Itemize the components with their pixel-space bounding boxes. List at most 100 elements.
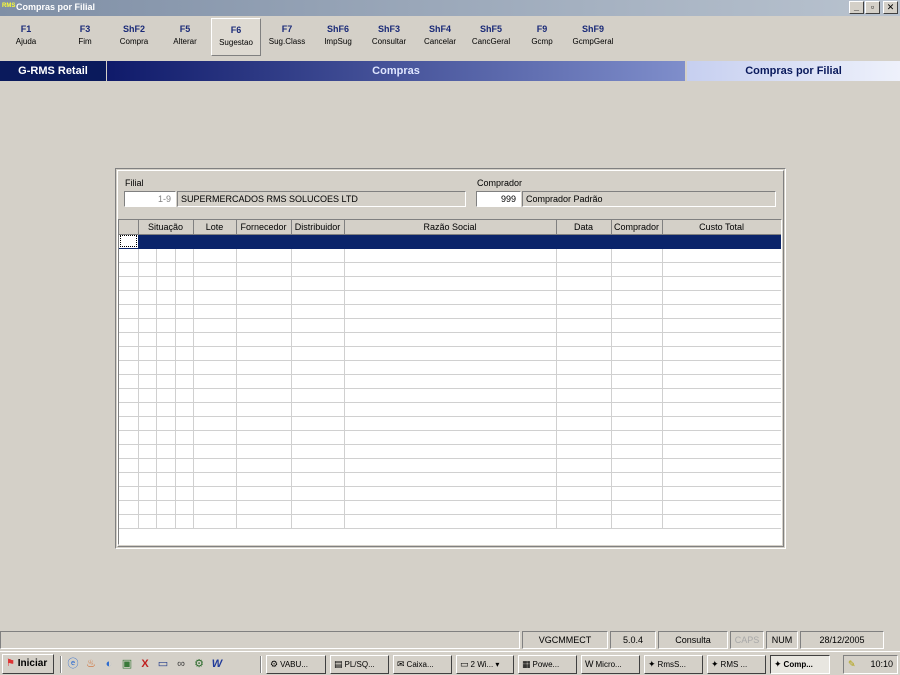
table-row[interactable] xyxy=(119,514,781,529)
table-cell[interactable] xyxy=(175,514,194,529)
table-cell[interactable] xyxy=(138,248,157,263)
table-cell[interactable] xyxy=(344,290,557,305)
table-cell[interactable] xyxy=(138,458,157,473)
table-cell[interactable] xyxy=(662,458,781,473)
table-cell[interactable] xyxy=(119,430,139,445)
table-cell[interactable] xyxy=(344,262,557,277)
table-cell[interactable] xyxy=(193,416,237,431)
table-cell[interactable] xyxy=(175,444,194,459)
table-cell[interactable] xyxy=(156,374,176,389)
table-cell[interactable] xyxy=(175,290,194,305)
table-cell[interactable] xyxy=(156,332,176,347)
table-cell[interactable] xyxy=(611,514,663,529)
restore-button[interactable]: ▫ xyxy=(865,1,880,14)
table-cell[interactable] xyxy=(156,500,176,515)
table-cell[interactable] xyxy=(291,416,345,431)
table-cell[interactable] xyxy=(119,458,139,473)
table-cell[interactable] xyxy=(611,304,663,319)
table-cell[interactable] xyxy=(556,458,612,473)
table-row[interactable] xyxy=(119,360,781,375)
table-cell[interactable] xyxy=(556,304,612,319)
table-cell[interactable] xyxy=(156,444,176,459)
table-cell[interactable] xyxy=(662,234,781,249)
table-cell[interactable] xyxy=(175,458,194,473)
comprador-code-field[interactable]: 999 xyxy=(476,191,521,207)
task-caixa[interactable]: ✉ Caixa... xyxy=(393,655,452,674)
table-cell[interactable] xyxy=(119,318,139,333)
table-row[interactable] xyxy=(119,458,781,473)
table-row[interactable] xyxy=(119,290,781,305)
table-row[interactable] xyxy=(119,388,781,403)
fkey-alterar[interactable]: F5 Alterar xyxy=(163,18,207,56)
table-cell[interactable] xyxy=(156,514,176,529)
table-cell[interactable] xyxy=(556,234,612,249)
table-cell[interactable] xyxy=(344,416,557,431)
table-cell[interactable] xyxy=(138,290,157,305)
task-powerpoint[interactable]: ▦ Powe... xyxy=(518,655,577,674)
table-row[interactable] xyxy=(119,444,781,459)
table-cell[interactable] xyxy=(156,388,176,403)
table-cell[interactable] xyxy=(175,248,194,263)
table-cell[interactable] xyxy=(662,332,781,347)
table-cell[interactable] xyxy=(611,332,663,347)
table-cell[interactable] xyxy=(344,430,557,445)
table-row[interactable] xyxy=(119,472,781,487)
table-cell[interactable] xyxy=(119,500,139,515)
table-cell[interactable] xyxy=(119,332,139,347)
table-cell[interactable] xyxy=(611,318,663,333)
fkey-impsug[interactable]: ShF6 ImpSug xyxy=(316,18,360,56)
table-cell[interactable] xyxy=(175,486,194,501)
java-icon[interactable]: ♨ xyxy=(84,657,98,671)
table-cell[interactable] xyxy=(344,332,557,347)
ie-icon[interactable]: ⓔ xyxy=(66,657,80,671)
table-cell[interactable] xyxy=(556,486,612,501)
table-cell[interactable] xyxy=(119,360,139,375)
table-cell[interactable] xyxy=(236,304,292,319)
table-cell[interactable] xyxy=(556,276,612,291)
table-cell[interactable] xyxy=(662,430,781,445)
table-cell[interactable] xyxy=(193,444,237,459)
table-cell[interactable] xyxy=(611,346,663,361)
table-cell[interactable] xyxy=(611,290,663,305)
table-cell[interactable] xyxy=(156,346,176,361)
table-cell[interactable] xyxy=(344,458,557,473)
table-cell[interactable] xyxy=(138,388,157,403)
start-button[interactable]: ⚑ Iniciar xyxy=(2,654,54,674)
table-cell[interactable] xyxy=(344,500,557,515)
table-cell[interactable] xyxy=(138,374,157,389)
table-cell[interactable] xyxy=(556,346,612,361)
table-cell[interactable] xyxy=(344,318,557,333)
table-cell[interactable] xyxy=(556,444,612,459)
table-cell[interactable] xyxy=(236,472,292,487)
table-cell[interactable] xyxy=(344,248,557,263)
table-cell[interactable] xyxy=(138,514,157,529)
table-cell[interactable] xyxy=(119,402,139,417)
table-cell[interactable] xyxy=(291,318,345,333)
table-cell[interactable] xyxy=(138,318,157,333)
table-cell[interactable] xyxy=(193,458,237,473)
table-cell[interactable] xyxy=(236,318,292,333)
fkey-ajuda[interactable]: F1 Ajuda xyxy=(0,18,52,56)
close-button[interactable]: ✕ xyxy=(883,1,898,14)
table-cell[interactable] xyxy=(611,388,663,403)
table-cell[interactable] xyxy=(556,402,612,417)
table-cell[interactable] xyxy=(291,346,345,361)
table-cell[interactable] xyxy=(291,374,345,389)
desktop-icon[interactable]: ▭ xyxy=(156,657,170,671)
table-cell[interactable] xyxy=(138,360,157,375)
table-cell[interactable] xyxy=(193,374,237,389)
table-cell[interactable] xyxy=(662,444,781,459)
table-cell[interactable] xyxy=(119,262,139,277)
table-cell[interactable] xyxy=(291,500,345,515)
col-header-lote[interactable]: Lote xyxy=(193,220,237,235)
table-cell[interactable] xyxy=(193,332,237,347)
table-cell[interactable] xyxy=(611,444,663,459)
col-header-comprador[interactable]: Comprador xyxy=(611,220,663,235)
table-cell[interactable] xyxy=(291,304,345,319)
table-cell[interactable] xyxy=(193,346,237,361)
window-title-bar[interactable]: RMS Compras por Filial _ ▫ ✕ xyxy=(0,0,900,16)
table-cell[interactable] xyxy=(119,276,139,291)
table-cell[interactable] xyxy=(611,374,663,389)
fkey-gcmpgeral[interactable]: ShF9 GcmpGeral xyxy=(566,18,620,56)
table-cell[interactable] xyxy=(291,360,345,375)
